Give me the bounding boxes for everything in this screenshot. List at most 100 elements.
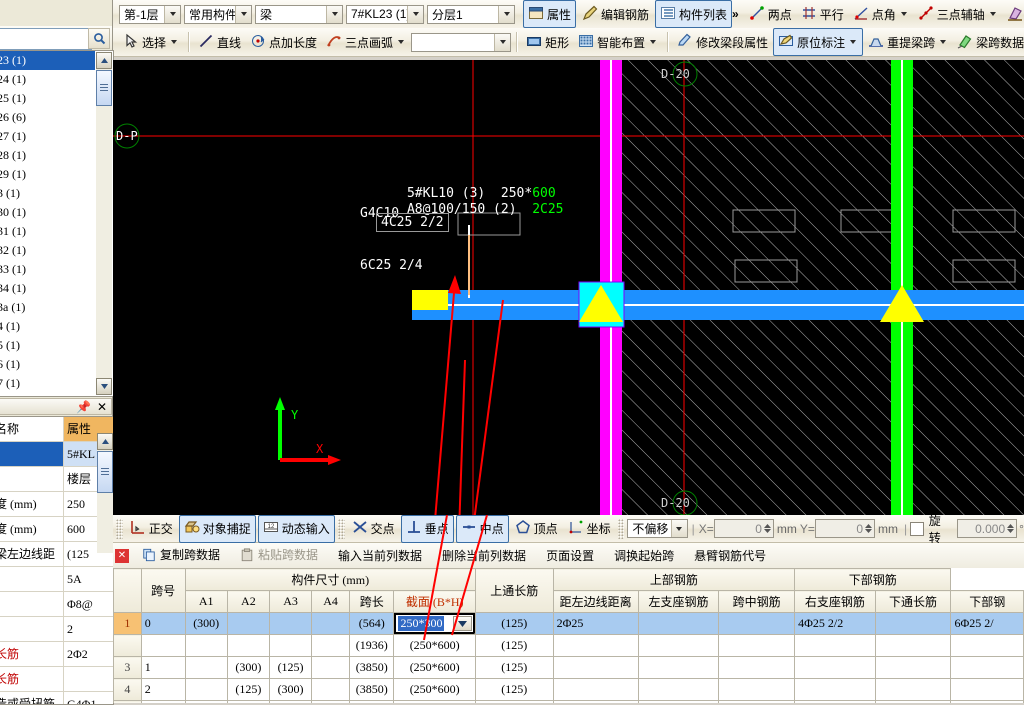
cell-span[interactable] (140, 634, 186, 657)
cell-num[interactable]: 3 (113, 656, 142, 679)
cell-dist[interactable]: (125) (474, 656, 554, 679)
scroll-down-button[interactable] (96, 378, 112, 395)
cell-bottom_detail[interactable] (950, 656, 1024, 679)
cell-a2[interactable] (226, 612, 270, 635)
cell-a1[interactable] (184, 634, 228, 657)
page-setup-menu-item[interactable]: 页面设置 (536, 547, 604, 564)
property-row[interactable]: Φ8@ (0, 592, 113, 617)
layer-dropdown[interactable] (498, 5, 514, 23)
property-value[interactable] (64, 667, 113, 691)
property-scrollbar[interactable] (97, 433, 113, 553)
property-row[interactable]: 5A (0, 567, 113, 592)
property-table[interactable]: 名称属性5#KL楼层度 (mm)250度 (mm)600梁左边线距(1255AΦ… (0, 416, 114, 705)
perpendicular-toggle[interactable]: 垂点 (400, 514, 454, 543)
cell-bottom_through[interactable] (874, 656, 952, 679)
property-value[interactable]: G4Φ1 (64, 692, 113, 704)
row-number-header[interactable] (113, 568, 142, 613)
cell-a1[interactable] (184, 678, 228, 701)
component-list-scrollbar[interactable] (96, 52, 112, 395)
list-item[interactable]: 23 (1) (0, 51, 95, 70)
offset-mode-combo[interactable]: 不偏移 (627, 519, 688, 538)
delete-current-column-menu-item[interactable]: 删除当前列数据 (432, 547, 536, 564)
cell-span[interactable]: 1 (140, 656, 186, 679)
top-rebar-header[interactable]: 上部钢筋 (552, 568, 796, 591)
top-through-rebar-header[interactable]: 上通长筋 (474, 568, 554, 613)
cell-a2[interactable] (226, 634, 270, 657)
section-header[interactable]: 截面 (B*H) (393, 590, 476, 613)
chevron-down-icon[interactable] (989, 12, 996, 16)
a4-header[interactable]: A4 (311, 590, 350, 613)
cell-right_support[interactable] (794, 678, 876, 701)
list-item[interactable]: 28 (1) (0, 146, 95, 165)
swap-start-span-menu-item[interactable]: 调换起始跨 (604, 547, 684, 564)
cell-section[interactable]: (250*600) (393, 678, 476, 701)
a2-header[interactable]: A2 (226, 590, 270, 613)
a1-header[interactable]: A1 (184, 590, 228, 613)
cantilever-rebar-code-menu-item[interactable]: 悬臂钢筋代号 (684, 547, 776, 564)
section-edit-box[interactable]: 250*300 (394, 613, 475, 634)
input-current-column-menu-item[interactable]: 输入当前列数据 (328, 547, 432, 564)
chevron-down-icon[interactable] (850, 40, 857, 44)
left-support-rebar-header[interactable]: 左支座钢筋 (637, 590, 720, 613)
cell-bottom_through[interactable] (874, 612, 952, 635)
x-input[interactable]: 0 (713, 519, 774, 538)
property-value[interactable]: 5A (64, 567, 113, 591)
component-type-dropdown[interactable] (326, 5, 342, 23)
cell-mid_span[interactable] (718, 612, 796, 635)
cell-top_through[interactable] (552, 634, 639, 657)
cell-span[interactable]: 0 (140, 612, 186, 635)
rectangle-button[interactable]: 矩形 (522, 29, 573, 55)
cell-dist[interactable]: (125) (474, 678, 554, 701)
chevron-down-icon[interactable] (503, 12, 510, 16)
cell-right_support[interactable]: 4Φ25 2/2 (794, 612, 876, 635)
cell-dist[interactable]: (125) (474, 612, 554, 635)
midpoint-toggle[interactable]: 中点 (455, 514, 509, 543)
property-row[interactable]: 造或受扭筋 G4Φ1 (0, 692, 113, 704)
component-group-dropdown[interactable] (235, 5, 251, 23)
property-value[interactable]: 2 (64, 617, 113, 641)
chevron-down-icon[interactable] (398, 40, 405, 44)
list-item[interactable]: 5 (1) (0, 336, 95, 355)
object-snap-toggle[interactable]: 对象捕捉 (178, 514, 256, 543)
cell-mid_span[interactable] (718, 678, 796, 701)
chevron-down-icon[interactable] (240, 12, 247, 16)
list-item[interactable]: 33 (1) (0, 260, 95, 279)
cell-left_support[interactable] (637, 612, 720, 635)
pin-icon[interactable]: 📌 (76, 400, 91, 414)
property-scroll-up-button[interactable] (97, 433, 113, 450)
dynamic-input-toggle[interactable]: 12 动态输入 (257, 514, 335, 543)
cell-right_support[interactable] (794, 634, 876, 657)
select-button[interactable]: 选择 (119, 29, 183, 55)
rotate-checkbox[interactable] (910, 521, 924, 536)
ortho-toggle[interactable]: 正交 (126, 516, 177, 542)
original-position-annotation-button[interactable]: 原位标注 (773, 28, 864, 56)
list-item[interactable]: 3a (1) (0, 298, 95, 317)
chevron-down-icon[interactable] (940, 40, 947, 44)
cell-section[interactable]: 250*300 (393, 612, 476, 635)
magnifier-icon[interactable] (88, 28, 110, 49)
cell-len[interactable]: (564) (348, 612, 395, 635)
layer-combo[interactable]: 分层1 (427, 4, 515, 24)
parallel-button[interactable]: 平行 (797, 1, 848, 27)
vertex-toggle[interactable]: 顶点 (511, 516, 562, 542)
property-value[interactable]: 2Φ2 (64, 642, 113, 666)
point-angle-button[interactable]: 点角 (849, 1, 913, 27)
cell-top_through[interactable] (552, 656, 639, 679)
chevron-down-icon[interactable] (412, 12, 419, 16)
section-dropdown-button[interactable] (452, 616, 472, 631)
cell-section[interactable]: (250*600) (393, 656, 476, 679)
cell-section[interactable]: (250*600) (393, 634, 476, 657)
cell-a1[interactable] (184, 656, 228, 679)
floor-combo[interactable]: 第-1层 (119, 4, 181, 24)
component-type-combo[interactable]: 梁 (255, 4, 343, 24)
line-style-dropdown[interactable] (494, 33, 511, 51)
table-row[interactable]: 4 2 (125) (300) (3850) (250*600) (125) (113, 678, 1024, 701)
chevron-down-icon[interactable] (900, 12, 907, 16)
cell-left_support[interactable] (637, 678, 720, 701)
edit-rebar-button[interactable]: 编辑钢筋 (578, 1, 653, 27)
cell-left_support[interactable] (637, 656, 720, 679)
property-row[interactable]: 长筋2Φ2 (0, 642, 113, 667)
table-row[interactable]: 3 1 (300) (125) (3850) (250*600) (125) (113, 656, 1024, 679)
cell-bottom_through[interactable] (874, 678, 952, 701)
cell-right_support[interactable] (794, 656, 876, 679)
